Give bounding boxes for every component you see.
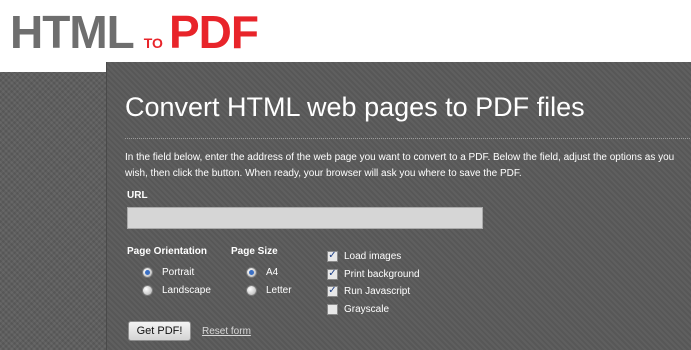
logo-to-text: TO: [143, 35, 163, 51]
logo-html-text: HTML: [10, 6, 135, 58]
url-label: URL: [127, 190, 148, 201]
reset-form-link[interactable]: Reset form: [202, 326, 251, 337]
checkbox-print-background[interactable]: ✓ Print background: [327, 267, 420, 281]
site-logo[interactable]: HTML TO PDF: [10, 6, 259, 58]
checkbox-run-javascript-control[interactable]: ✓: [327, 285, 338, 297]
checkbox-print-background-control[interactable]: ✓: [327, 268, 338, 280]
radio-a4-control[interactable]: [246, 266, 257, 278]
radio-landscape-control[interactable]: [142, 284, 153, 296]
checkbox-grayscale-control[interactable]: [327, 303, 338, 315]
checkbox-load-images-control[interactable]: ✓: [327, 250, 338, 262]
checkbox-grayscale-label: Grayscale: [344, 303, 390, 315]
checkbox-print-background-label: Print background: [344, 268, 420, 280]
radio-portrait[interactable]: Portrait: [142, 265, 194, 279]
checkbox-load-images-label: Load images: [344, 250, 402, 262]
radio-landscape-label: Landscape: [162, 284, 211, 296]
page-size-label: Page Size: [231, 246, 278, 257]
checkbox-run-javascript[interactable]: ✓ Run Javascript: [327, 284, 410, 298]
checkbox-run-javascript-label: Run Javascript: [344, 285, 411, 297]
orientation-label: Page Orientation: [127, 246, 208, 257]
header-band: HTML TO PDF: [0, 0, 691, 62]
radio-a4[interactable]: A4: [246, 265, 278, 279]
intro-text: In the field below, enter the address of…: [125, 152, 675, 179]
page-title: Convert HTML web pages to PDF files: [125, 92, 585, 122]
logo-pdf-text: PDF: [168, 6, 259, 58]
radio-letter-label: Letter: [266, 284, 292, 296]
radio-a4-label: A4: [266, 266, 279, 278]
radio-portrait-label: Portrait: [162, 266, 195, 278]
radio-letter[interactable]: Letter: [246, 283, 292, 297]
url-input[interactable]: [127, 207, 483, 229]
converter-panel: Convert HTML web pages to PDF files In t…: [106, 62, 691, 350]
radio-letter-control[interactable]: [246, 284, 257, 296]
radio-portrait-control[interactable]: [142, 266, 153, 278]
radio-landscape[interactable]: Landscape: [142, 283, 211, 297]
title-divider: [125, 138, 691, 139]
get-pdf-button[interactable]: Get PDF!: [128, 321, 191, 341]
header-notch: [0, 62, 106, 72]
checkbox-load-images[interactable]: ✓ Load images: [327, 249, 401, 263]
checkbox-grayscale[interactable]: Grayscale: [327, 302, 389, 316]
